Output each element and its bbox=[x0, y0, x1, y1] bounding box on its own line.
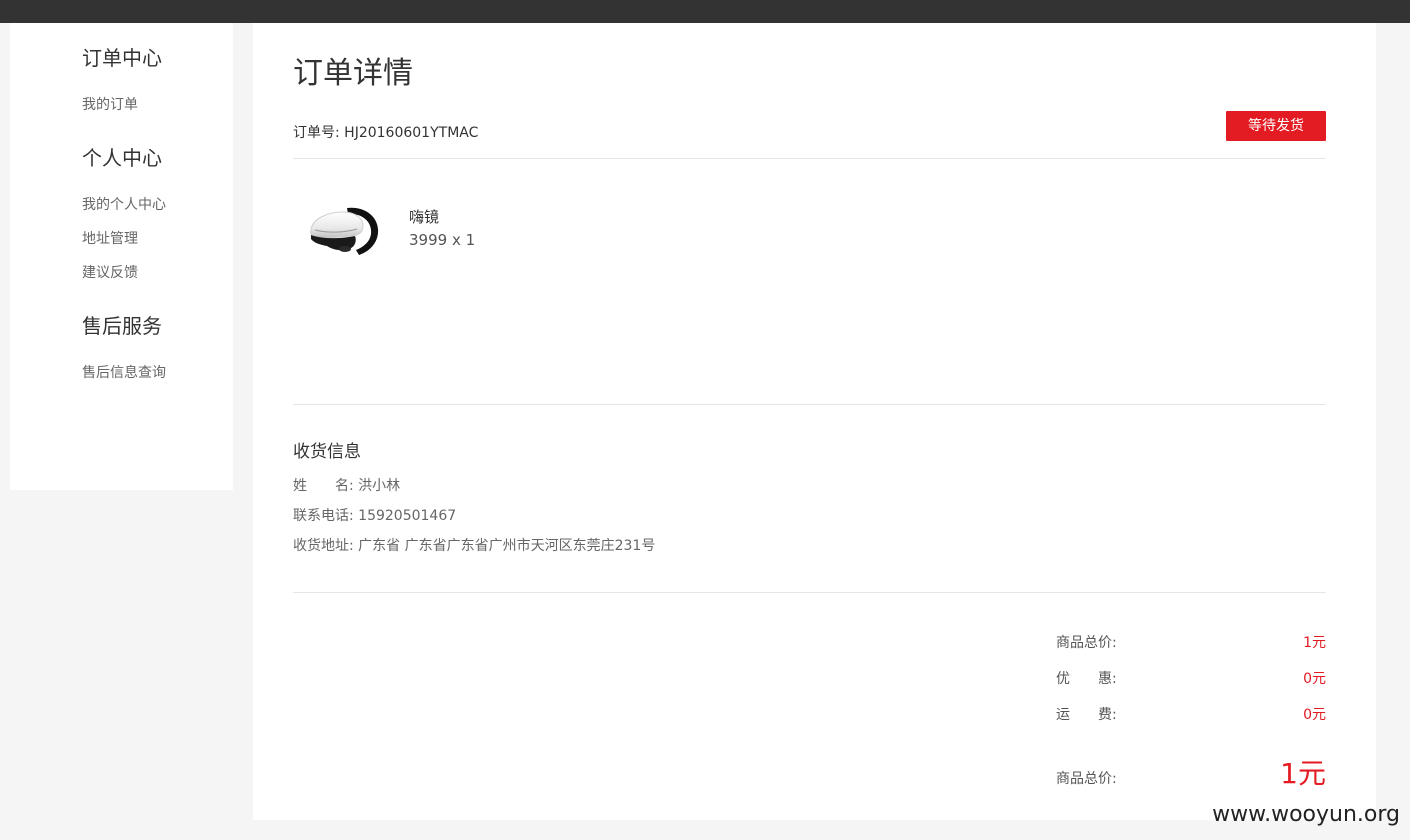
sidebar-item-after-sales-query[interactable]: 售后信息查询 bbox=[82, 366, 166, 380]
vr-headset-icon bbox=[301, 199, 385, 265]
address-value: 广东省 广东省广东省广州市天河区东莞庄231号 bbox=[358, 538, 656, 554]
subtotal-label: 商品总价: bbox=[1056, 635, 1117, 651]
subtotal-value: 1元 bbox=[1303, 635, 1326, 651]
recipient-name-value: 洪小林 bbox=[358, 478, 401, 494]
sidebar-item-my-orders[interactable]: 我的订单 bbox=[82, 98, 138, 112]
order-number-value: HJ20160601YTMAC bbox=[344, 125, 479, 141]
shipping-fee-label: 运 费: bbox=[1056, 707, 1117, 723]
order-number: 订单号: HJ20160601YTMAC bbox=[293, 126, 478, 140]
address-row: 收货地址: 广东省 广东省广东省广州市天河区东莞庄231号 bbox=[293, 539, 655, 553]
order-number-label: 订单号: bbox=[293, 125, 340, 141]
address-label: 收货地址: bbox=[293, 538, 354, 554]
recipient-name-row: 姓 名: 洪小林 bbox=[293, 479, 400, 493]
product-price-quantity: 3999 x 1 bbox=[409, 231, 476, 249]
shipping-info-title: 收货信息 bbox=[293, 442, 361, 462]
phone-label: 联系电话: bbox=[293, 508, 354, 524]
sidebar-item-my-personal-center[interactable]: 我的个人中心 bbox=[82, 198, 166, 212]
product-name[interactable]: 嗨镜 bbox=[409, 210, 439, 225]
sidebar-heading-order-center: 订单中心 bbox=[82, 46, 162, 70]
total-value: 1元 bbox=[1280, 757, 1326, 790]
sidebar-item-address-management[interactable]: 地址管理 bbox=[82, 232, 138, 246]
watermark: www.wooyun.org bbox=[1212, 802, 1400, 827]
divider bbox=[293, 158, 1326, 159]
top-bar bbox=[0, 0, 1410, 23]
sidebar-item-feedback[interactable]: 建议反馈 bbox=[82, 266, 138, 280]
shipping-fee-value: 0元 bbox=[1303, 707, 1326, 723]
discount-label: 优 惠: bbox=[1056, 671, 1117, 687]
sidebar-heading-after-sales: 售后服务 bbox=[82, 314, 162, 338]
recipient-name-label: 姓 名: bbox=[293, 478, 354, 494]
sidebar: 订单中心 我的订单 个人中心 我的个人中心 地址管理 建议反馈 售后服务 售后信… bbox=[10, 23, 233, 490]
order-status-button[interactable]: 等待发货 bbox=[1226, 111, 1326, 141]
sidebar-heading-personal-center: 个人中心 bbox=[82, 146, 162, 170]
divider bbox=[293, 592, 1326, 593]
phone-row: 联系电话: 15920501467 bbox=[293, 509, 456, 523]
divider bbox=[293, 404, 1326, 405]
phone-value: 15920501467 bbox=[358, 508, 457, 524]
page-title: 订单详情 bbox=[293, 56, 413, 91]
discount-value: 0元 bbox=[1303, 671, 1326, 687]
total-label: 商品总价: bbox=[1056, 771, 1117, 787]
order-detail-panel: 订单详情 订单号: HJ20160601YTMAC 等待发货 嗨镜 3999 x… bbox=[253, 23, 1376, 820]
